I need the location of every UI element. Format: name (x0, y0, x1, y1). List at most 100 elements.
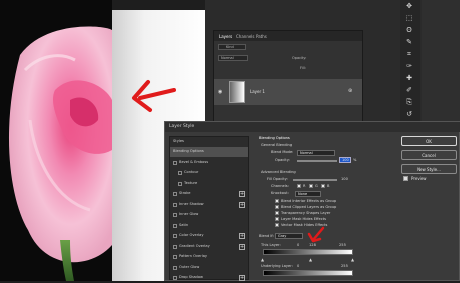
style-checkbox[interactable] (173, 202, 177, 207)
tab-paths[interactable]: Paths (256, 34, 267, 39)
blend-if-value: Gray (278, 234, 287, 238)
history-brush-icon[interactable]: ↺ (404, 110, 414, 118)
style-item-label: Color Overlay (179, 233, 204, 237)
annotation-arrow-icon (132, 80, 176, 112)
this-layer-high: 255 (339, 243, 346, 247)
ok-button[interactable]: OK (401, 136, 457, 146)
blend-option-label: Layer Mask Hides Effects (281, 217, 326, 221)
cancel-button[interactable]: Cancel (401, 150, 457, 160)
style-item-label: Stroke (179, 191, 191, 195)
style-checkbox[interactable] (173, 244, 177, 249)
blend-option-checkbox[interactable] (275, 223, 279, 227)
style-item-bevel-emboss[interactable]: Bevel & Emboss (170, 158, 248, 168)
blend-option-checkbox[interactable] (275, 211, 279, 215)
channel-r-checkbox[interactable] (297, 184, 301, 188)
preview-checkbox[interactable] (403, 176, 408, 181)
brush-icon[interactable]: ✐ (404, 86, 414, 94)
style-item-label: Bevel & Emboss (179, 159, 209, 164)
style-checkbox[interactable] (173, 160, 177, 165)
add-effect-icon[interactable]: + (239, 191, 245, 197)
style-item-drop-shadow[interactable]: Drop Shadow + (170, 273, 248, 283)
lasso-icon[interactable]: ʘ (404, 26, 414, 34)
tab-layers[interactable]: Layers (219, 34, 232, 39)
layer-filter-field[interactable]: Kind (218, 44, 246, 50)
layer-name[interactable]: Layer 1 (250, 89, 265, 94)
blend-option-checkbox[interactable] (275, 217, 279, 221)
channel-g-checkbox[interactable] (309, 184, 313, 188)
style-item-gradient-overlay[interactable]: Gradient Overlay + (170, 242, 248, 252)
new-style-button[interactable]: New Style... (401, 164, 457, 174)
dialog-title-bar[interactable] (165, 122, 460, 132)
move-icon[interactable]: ✥ (404, 2, 414, 10)
annotation-small-arrow-icon (307, 226, 325, 243)
underlying-high: 255 (341, 264, 348, 268)
eyedropper-icon[interactable]: ✑ (404, 62, 414, 70)
style-item-inner-glow[interactable]: Inner Glow (170, 210, 248, 220)
knockout-select[interactable]: None (295, 191, 321, 197)
channel-b-checkbox[interactable] (321, 184, 325, 188)
blend-mode-select[interactable]: Normal (297, 150, 335, 156)
quick-select-icon[interactable]: ✎ (404, 38, 414, 46)
style-item-blending-options[interactable]: Blending Options (170, 147, 248, 157)
style-item-pattern-overlay[interactable]: Pattern Overlay (170, 252, 248, 262)
this-layer-gradient-slider[interactable] (263, 249, 353, 255)
channel-b-label: B (327, 184, 330, 188)
blend-option-label: Blend Clipped Layers as Group (281, 205, 337, 209)
underlying-layer-gradient-slider[interactable] (263, 270, 353, 276)
general-blending-title: General Blending (261, 143, 293, 147)
style-item-label: Satin (179, 222, 189, 227)
style-item-color-overlay[interactable]: Color Overlay + (170, 231, 248, 241)
style-checkbox[interactable] (173, 192, 177, 196)
style-item-outer-glow[interactable]: Outer Glow (170, 263, 248, 273)
dialog-title: Layer Style (169, 124, 195, 129)
this-layer-right-handle[interactable]: ▲ (351, 257, 354, 262)
style-checkbox[interactable] (173, 213, 177, 217)
stamp-icon[interactable]: ⎘ (404, 98, 414, 106)
heal-icon[interactable]: ✚ (404, 74, 414, 82)
fill-opacity-label: Fill Opacity: (267, 177, 288, 181)
style-checkbox[interactable] (173, 255, 177, 259)
opacity-slider[interactable] (297, 160, 337, 162)
style-item-label: Texture (184, 180, 198, 185)
add-effect-icon[interactable]: + (239, 233, 245, 239)
knockout-label: Knockout: (271, 191, 289, 195)
blend-option-checkbox[interactable] (275, 205, 279, 209)
this-layer-split-handle[interactable]: ▲ (309, 257, 312, 262)
this-layer-left-handle[interactable]: ▲ (261, 257, 264, 262)
blend-mode-dropdown[interactable]: Normal (218, 55, 248, 61)
add-effect-icon[interactable]: + (239, 201, 245, 208)
styles-header-label: Styles (173, 139, 184, 143)
style-item-satin[interactable]: Satin (170, 221, 248, 231)
crop-icon[interactable]: ⌗ (404, 50, 414, 58)
tab-channels[interactable]: Channels (236, 34, 255, 39)
fill-opacity-slider[interactable] (293, 179, 337, 181)
style-item-label: Pattern Overlay (179, 254, 208, 258)
style-checkbox[interactable] (173, 276, 177, 280)
style-item-stroke[interactable]: Stroke + (170, 189, 248, 199)
style-checkbox[interactable] (178, 181, 182, 186)
marquee-icon[interactable]: ⬚ (404, 14, 414, 22)
style-checkbox[interactable] (173, 265, 177, 270)
rose-photo (0, 0, 112, 281)
style-item-texture[interactable]: Texture (170, 179, 248, 189)
styles-list: Styles Blending Options Bevel & Emboss Con… (169, 136, 249, 283)
opacity-input[interactable]: 100 (339, 157, 351, 163)
add-effect-icon[interactable]: + (239, 275, 245, 281)
visibility-eye-icon[interactable]: ◉ (218, 89, 222, 95)
advanced-blending-title: Advanced Blending (261, 170, 296, 174)
blend-if-select[interactable]: Gray (275, 233, 303, 239)
blend-option-checkbox[interactable] (275, 199, 279, 203)
dialog-buttons: OK Cancel New Style... (401, 136, 457, 196)
style-item-inner-shadow[interactable]: Inner Shadow + (170, 200, 248, 210)
layer-style-fx-icon[interactable]: ⊛ (348, 88, 352, 94)
styles-header[interactable]: Styles (170, 137, 248, 147)
add-effect-icon[interactable]: + (239, 243, 245, 250)
style-checkbox[interactable] (173, 234, 177, 238)
blend-mode-label: Normal (221, 56, 234, 60)
channels-label: Channels: (271, 184, 289, 188)
style-checkbox[interactable] (178, 171, 182, 175)
style-item-label: Outer Glow (179, 264, 200, 269)
layer-style-dialog: Layer Style Styles Blending Options Bevel… (164, 121, 460, 281)
style-checkbox[interactable] (173, 223, 177, 228)
style-item-contour[interactable]: Contour (170, 168, 248, 178)
